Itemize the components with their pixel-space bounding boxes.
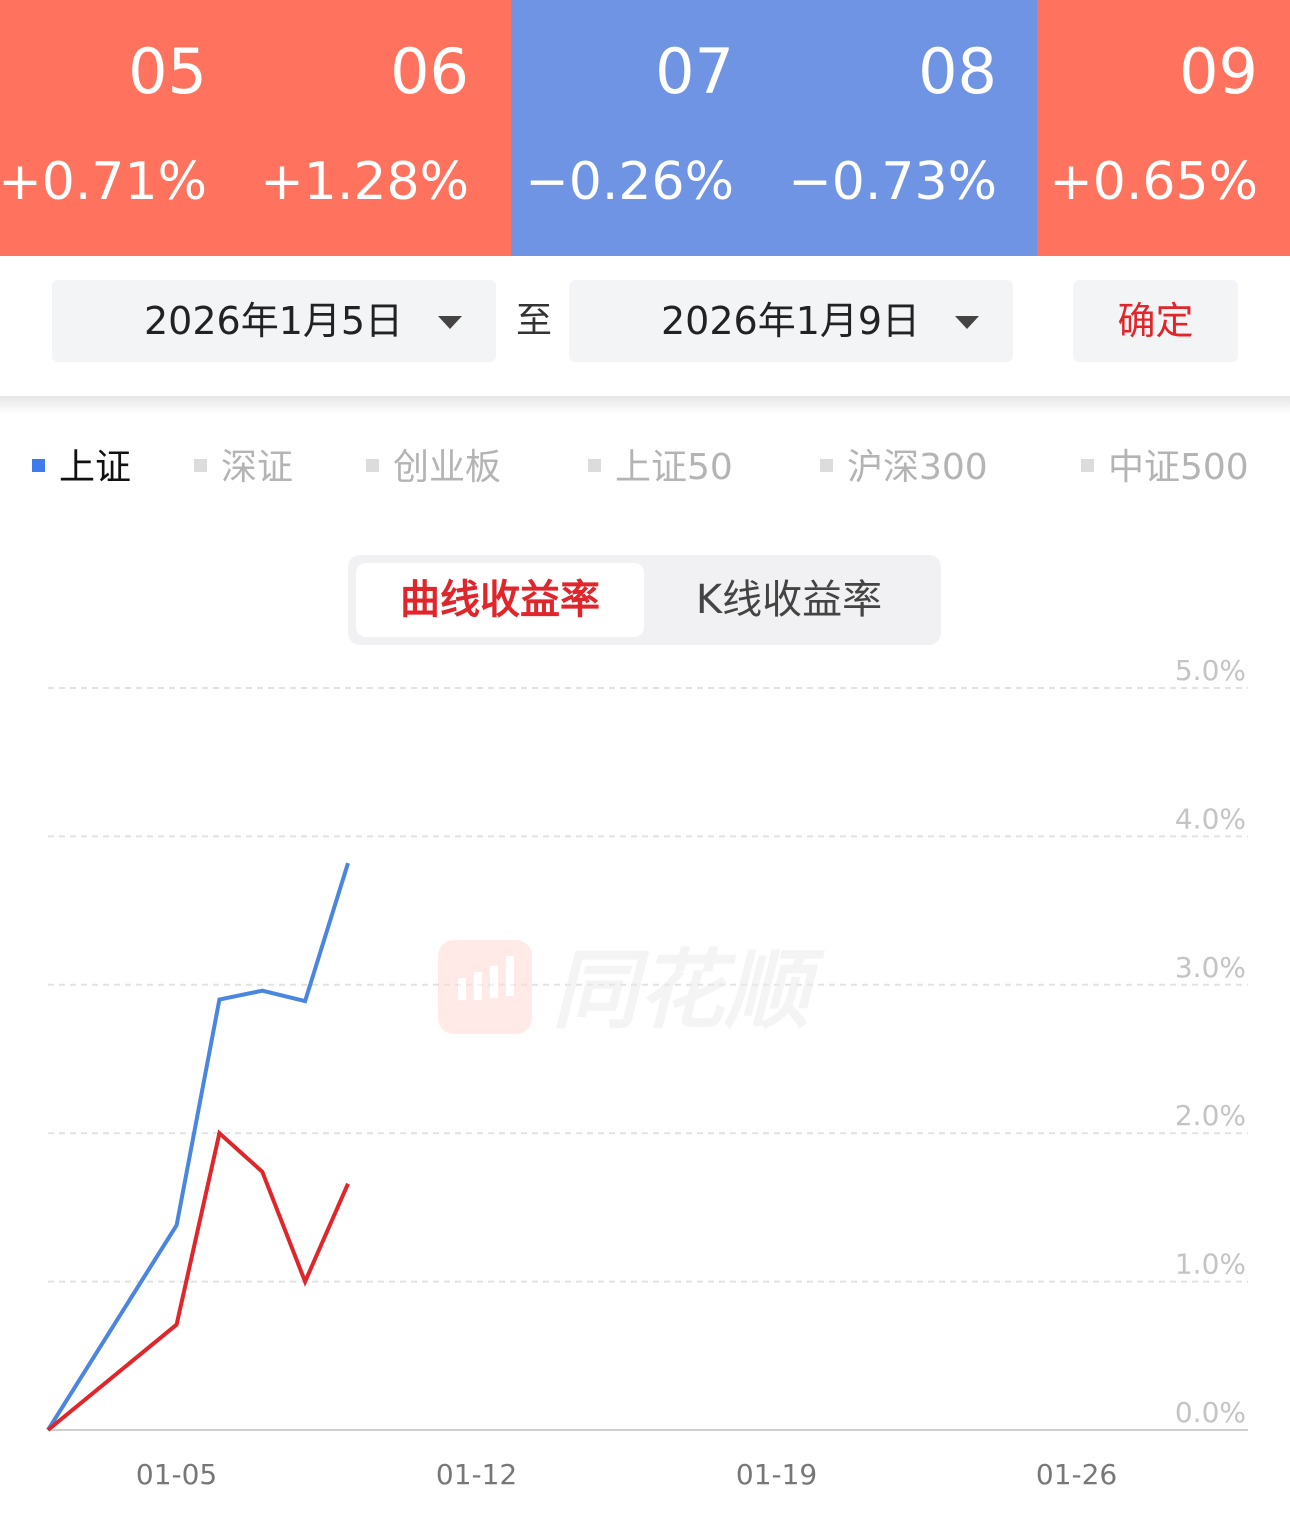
divider-shadow xyxy=(0,396,1290,414)
watermark-text: 同花顺 xyxy=(552,941,825,1041)
watermark-candle xyxy=(458,978,466,1000)
legend-square-icon xyxy=(194,458,207,472)
end-date-value: 2026年1月9日 xyxy=(661,299,921,343)
day-tile: 05 +0.71% xyxy=(0,0,263,256)
caret-down-icon xyxy=(438,316,462,329)
index-tab-label: 上证50 xyxy=(615,447,733,488)
return-chart: 同花顺 0.0% 1.0% 2.0% 3.0% 4.0% 5.0% 01-05 01-12 0… xyxy=(0,650,1290,1510)
grid-lines xyxy=(48,687,1248,1431)
y-tick-label: 1.0% xyxy=(1175,1248,1246,1281)
watermark-logo-icon xyxy=(438,940,532,1034)
day-tile: 09 +0.65% xyxy=(1037,0,1290,256)
caret-down-icon xyxy=(955,316,979,329)
day-change: −0.26% xyxy=(525,152,734,212)
day-number: 08 xyxy=(918,35,997,108)
y-tick-label: 4.0% xyxy=(1175,802,1246,835)
watermark: 同花顺 xyxy=(438,940,825,1041)
y-axis-ticks: 0.0% 1.0% 2.0% 3.0% 4.0% 5.0% xyxy=(1175,654,1246,1429)
index-tab-sse50[interactable]: 上证50 xyxy=(588,438,733,498)
index-tab-label: 深证 xyxy=(221,447,294,488)
range-separator: 至 xyxy=(516,300,553,341)
day-change: −0.73% xyxy=(788,152,997,212)
date-range-bar: 2026年1月5日 至 2026年1月9日 确定 xyxy=(0,256,1290,398)
index-tab-shenzhen[interactable]: 深证 xyxy=(194,438,293,498)
legend-square-icon xyxy=(820,458,833,472)
index-tab-csi500[interactable]: 中证500 xyxy=(1081,438,1249,498)
start-date-value: 2026年1月5日 xyxy=(144,299,404,343)
legend-square-icon xyxy=(588,458,601,472)
day-number: 05 xyxy=(128,35,207,108)
day-change: +0.65% xyxy=(1049,152,1258,212)
day-change: +0.71% xyxy=(0,152,207,212)
day-tile: 07 −0.26% xyxy=(511,0,774,256)
y-tick-label: 5.0% xyxy=(1175,654,1246,687)
x-tick-label: 01-19 xyxy=(736,1458,817,1491)
day-tile: 06 +1.28% xyxy=(260,0,511,256)
y-tick-label: 3.0% xyxy=(1175,951,1246,984)
daily-change-tiles: 05 +0.71% 06 +1.28% 07 −0.26% 08 −0.73% … xyxy=(0,0,1290,256)
day-number: 07 xyxy=(655,35,734,108)
kline-return-tab[interactable]: K线收益率 xyxy=(644,563,934,637)
day-number: 09 xyxy=(1179,35,1258,108)
x-tick-label: 01-12 xyxy=(436,1458,517,1491)
index-tab-chinext[interactable]: 创业板 xyxy=(366,438,501,498)
chart-mode-toggle: 曲线收益率 K线收益率 xyxy=(348,555,941,645)
series-line xyxy=(46,862,350,1432)
legend-square-icon xyxy=(32,458,45,472)
end-date-select[interactable]: 2026年1月9日 xyxy=(569,280,1013,362)
x-axis-ticks: 01-05 01-12 01-19 01-26 xyxy=(136,1458,1117,1491)
index-tabs: 上证 深证 创业板 上证50 沪深300 中证500 xyxy=(0,438,1290,498)
legend-square-icon xyxy=(1081,458,1094,472)
index-tab-csi300[interactable]: 沪深300 xyxy=(820,438,988,498)
y-tick-label: 2.0% xyxy=(1175,1099,1246,1132)
x-tick-label: 01-05 xyxy=(136,1458,217,1491)
return-chart-svg: 同花顺 0.0%1.0%2.0%3.0%4.0%5.0% 01-05 01-12 0… xyxy=(46,654,1248,1491)
day-number: 06 xyxy=(390,35,469,108)
index-tab-shanghai[interactable]: 上证 xyxy=(32,438,131,498)
watermark-candle xyxy=(490,966,498,998)
day-tile: 08 −0.73% xyxy=(774,0,1037,256)
watermark-candle xyxy=(474,972,482,1000)
x-tick-label: 01-26 xyxy=(1036,1458,1117,1491)
curve-return-tab[interactable]: 曲线收益率 xyxy=(356,563,644,637)
y-tick-label: 0.0% xyxy=(1175,1396,1246,1429)
index-tab-label: 中证500 xyxy=(1108,447,1249,488)
index-tab-label: 上证 xyxy=(59,447,132,488)
legend-square-icon xyxy=(366,458,379,472)
confirm-button[interactable]: 确定 xyxy=(1073,280,1238,362)
start-date-select[interactable]: 2026年1月5日 xyxy=(52,280,496,362)
index-tab-label: 沪深300 xyxy=(847,447,988,488)
series-lines xyxy=(46,862,350,1432)
watermark-candle xyxy=(506,956,514,996)
day-change: +1.28% xyxy=(260,152,469,212)
index-tab-label: 创业板 xyxy=(393,447,502,488)
